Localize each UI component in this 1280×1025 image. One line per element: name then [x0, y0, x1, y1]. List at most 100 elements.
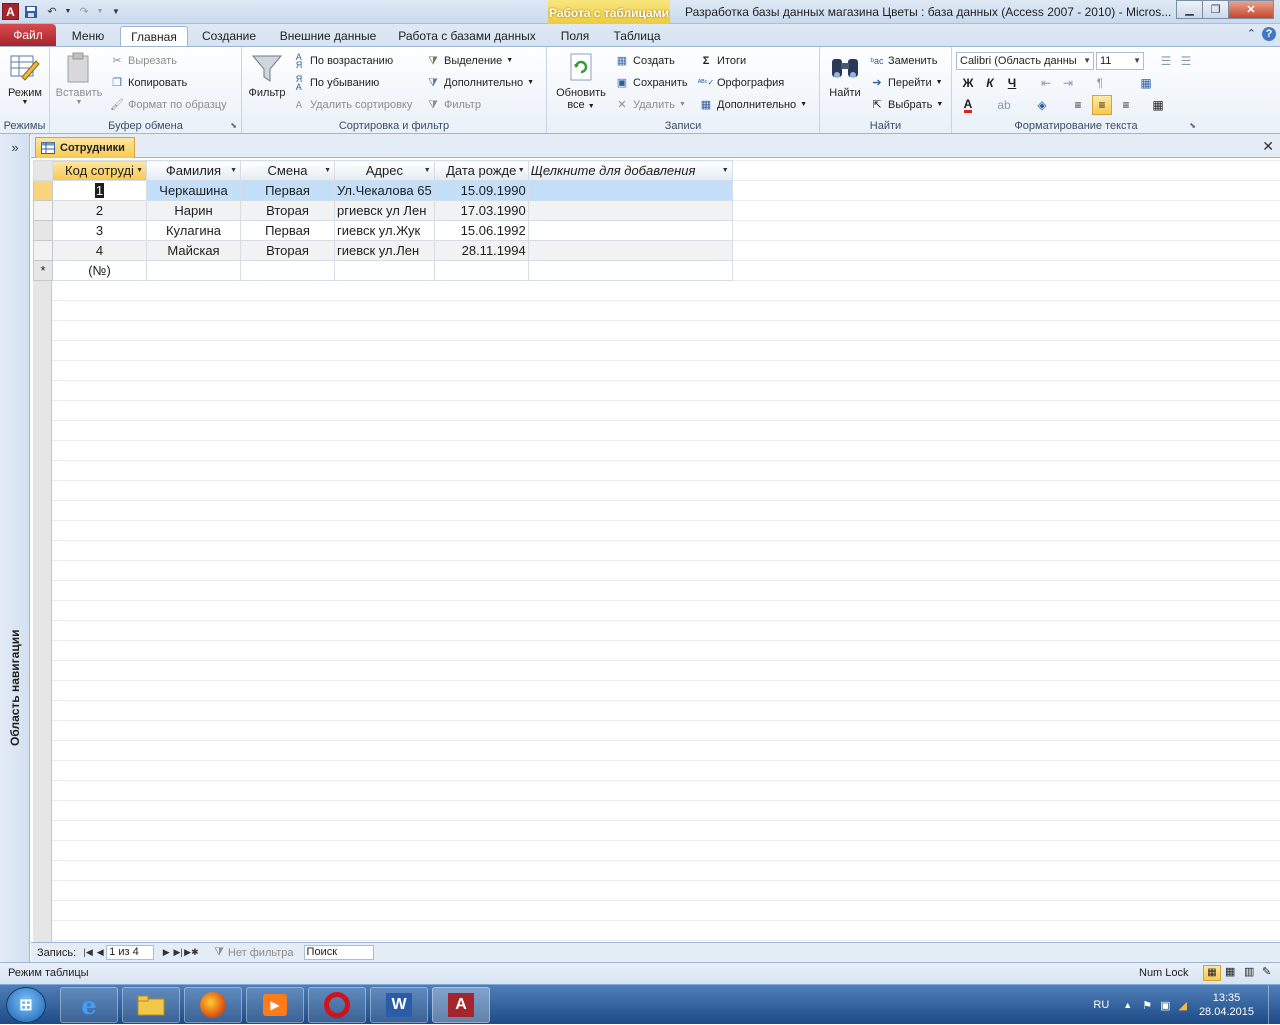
close-button[interactable]: ✕	[1228, 0, 1274, 19]
column-dropdown-icon[interactable]: ▼	[424, 167, 431, 174]
refresh-all-button[interactable]: Обновить все ▼	[551, 51, 611, 111]
cell-surname[interactable]: Черкашина	[146, 180, 241, 201]
show-hidden-icons-icon[interactable]: ▲	[1123, 1000, 1132, 1010]
search-input[interactable]: Поиск	[303, 945, 374, 960]
cell-surname[interactable]: Майская	[146, 240, 241, 261]
cell-dob[interactable]: 15.09.1990	[433, 180, 529, 201]
tab-table[interactable]: Таблица	[604, 26, 670, 46]
record-selector[interactable]	[33, 200, 53, 221]
undo-icon[interactable]: ↶	[43, 3, 61, 20]
tab-database-tools[interactable]: Работа с базами данных	[392, 26, 542, 46]
new-record-row[interactable]: * (№)	[33, 260, 733, 281]
cell-shift[interactable]: Вторая	[240, 200, 335, 221]
font-name-combo[interactable]: Calibri (Область данны ▼	[956, 52, 1094, 70]
pivotchart-view-icon[interactable]: ▥	[1244, 965, 1254, 978]
fill-color-icon[interactable]: ◈	[1032, 95, 1052, 115]
cell-address[interactable]: Ул.Чекалова 65	[334, 180, 435, 201]
customize-toolbar-icon[interactable]: ▼	[107, 3, 125, 20]
cell-empty[interactable]	[527, 240, 733, 261]
cell-shift[interactable]: Первая	[240, 220, 335, 241]
view-button[interactable]: Режим ▼	[3, 51, 47, 106]
bold-button[interactable]: Ж	[958, 73, 978, 93]
filter-button[interactable]: Фильтр	[245, 51, 289, 99]
column-header-shift[interactable]: Смена ▼	[240, 160, 335, 181]
document-tab-employees[interactable]: Сотрудники	[35, 137, 135, 158]
tab-external-data[interactable]: Внешние данные	[270, 26, 386, 46]
save-record-button[interactable]: ▣ Сохранить	[615, 74, 688, 92]
bullets-icon[interactable]: ☰	[1156, 51, 1176, 71]
last-record-icon[interactable]: ▶|	[172, 947, 184, 958]
opera-icon[interactable]	[308, 987, 366, 1023]
column-dropdown-icon[interactable]: ▼	[230, 167, 237, 174]
cell-dob[interactable]: 15.06.1992	[433, 220, 529, 241]
cell-empty[interactable]	[527, 220, 733, 241]
cell-empty[interactable]	[433, 260, 529, 281]
sort-ascending-button[interactable]: А Я По возрастанию	[292, 52, 393, 70]
italic-button[interactable]: К	[980, 73, 1000, 93]
column-dropdown-icon[interactable]: ▼	[136, 167, 143, 174]
datasheet-view-icon[interactable]: ▦	[1203, 965, 1221, 981]
cell-id[interactable]: 3	[52, 220, 147, 241]
paragraph-direction-icon[interactable]: ¶	[1090, 73, 1110, 93]
column-header-dob[interactable]: Дата рожде ▼	[433, 160, 529, 181]
text-formatting-launcher-icon[interactable]: ⬊	[1189, 121, 1196, 130]
selection-button[interactable]: ⧩ Выделение ▼	[426, 52, 513, 70]
font-color-icon[interactable]: A	[958, 95, 978, 115]
align-center-icon[interactable]: ≡	[1092, 95, 1112, 115]
delete-record-button[interactable]: ✕ Удалить ▼	[615, 96, 686, 114]
table-row[interactable]: 1 Черкашина Первая Ул.Чекалова 65 15.09.…	[33, 180, 733, 201]
expand-navigation-icon[interactable]: »	[0, 140, 30, 155]
internet-explorer-icon[interactable]: e	[60, 987, 118, 1023]
show-desktop-button[interactable]	[1268, 985, 1280, 1025]
gridlines-icon[interactable]: ▦	[1136, 73, 1156, 93]
cut-button[interactable]: ✂ Вырезать	[110, 52, 177, 70]
first-record-icon[interactable]: |◀	[82, 947, 94, 958]
alternate-row-color-icon[interactable]: ▦	[1148, 95, 1168, 115]
numbering-icon[interactable]: ☰	[1176, 51, 1196, 71]
select-button[interactable]: ⇱ Выбрать ▼	[870, 96, 943, 114]
spelling-button[interactable]: ᴬᴮᶜ✓ Орфография	[698, 74, 784, 92]
help-icon[interactable]: ?	[1262, 27, 1276, 41]
cell-dob[interactable]: 17.03.1990	[433, 200, 529, 221]
column-dropdown-icon[interactable]: ▼	[518, 167, 525, 174]
increase-indent-icon[interactable]: ⇥	[1058, 73, 1078, 93]
column-header-surname[interactable]: Фамилия ▼	[146, 160, 241, 181]
table-row[interactable]: 2 Нарин Вторая ргиевск ул Лен 17.03.1990	[33, 200, 733, 221]
column-header-id[interactable]: Код сотруді ▼	[52, 160, 147, 181]
cell-id[interactable]: 1	[52, 180, 147, 201]
cell-address[interactable]: ргиевск ул Лен	[334, 200, 435, 221]
cell-empty[interactable]	[334, 260, 435, 281]
network-icon[interactable]: ▣	[1160, 999, 1170, 1012]
record-selector[interactable]	[33, 180, 53, 201]
tab-home[interactable]: Главная	[120, 26, 188, 46]
cell-empty[interactable]	[240, 260, 335, 281]
cell-empty[interactable]	[527, 180, 733, 201]
cell-id[interactable]: 4	[52, 240, 147, 261]
replace-button[interactable]: ᵇac Заменить	[870, 52, 938, 70]
navigation-pane-label[interactable]: Область навигации	[8, 630, 22, 746]
sort-descending-button[interactable]: Я А По убыванию	[292, 74, 379, 92]
record-selector[interactable]	[33, 220, 53, 241]
cell-surname[interactable]: Нарин	[146, 200, 241, 221]
highlight-color-icon[interactable]: ab	[994, 95, 1014, 115]
cell-empty[interactable]	[146, 260, 241, 281]
format-painter-button[interactable]: 🖌 Формат по образцу	[110, 96, 227, 114]
start-button[interactable]: ⊞	[6, 987, 46, 1023]
advanced-filter-button[interactable]: ⧩ Дополнительно ▼	[426, 74, 534, 92]
underline-button[interactable]: Ч	[1002, 73, 1022, 93]
minimize-button[interactable]: ▁	[1176, 0, 1203, 19]
collapse-ribbon-icon[interactable]: ⌃	[1247, 27, 1256, 41]
redo-icon[interactable]: ↷	[75, 3, 93, 20]
tab-menu[interactable]: Меню	[62, 26, 114, 46]
cell-shift[interactable]: Первая	[240, 180, 335, 201]
cell-address[interactable]: гиевск ул.Жук	[334, 220, 435, 241]
font-size-combo[interactable]: 11 ▼	[1096, 52, 1144, 70]
language-indicator[interactable]: RU	[1093, 999, 1109, 1011]
no-filter-button[interactable]: Нет фильтра	[228, 947, 294, 959]
cell-dob[interactable]: 28.11.1994	[433, 240, 529, 261]
table-row[interactable]: 3 Кулагина Первая гиевск ул.Жук 15.06.19…	[33, 220, 733, 241]
cell-address[interactable]: гиевск ул.Лен	[334, 240, 435, 261]
new-record-button[interactable]: ▦ Создать	[615, 52, 675, 70]
access-app-icon[interactable]: A	[2, 3, 19, 20]
cell-shift[interactable]: Вторая	[240, 240, 335, 261]
